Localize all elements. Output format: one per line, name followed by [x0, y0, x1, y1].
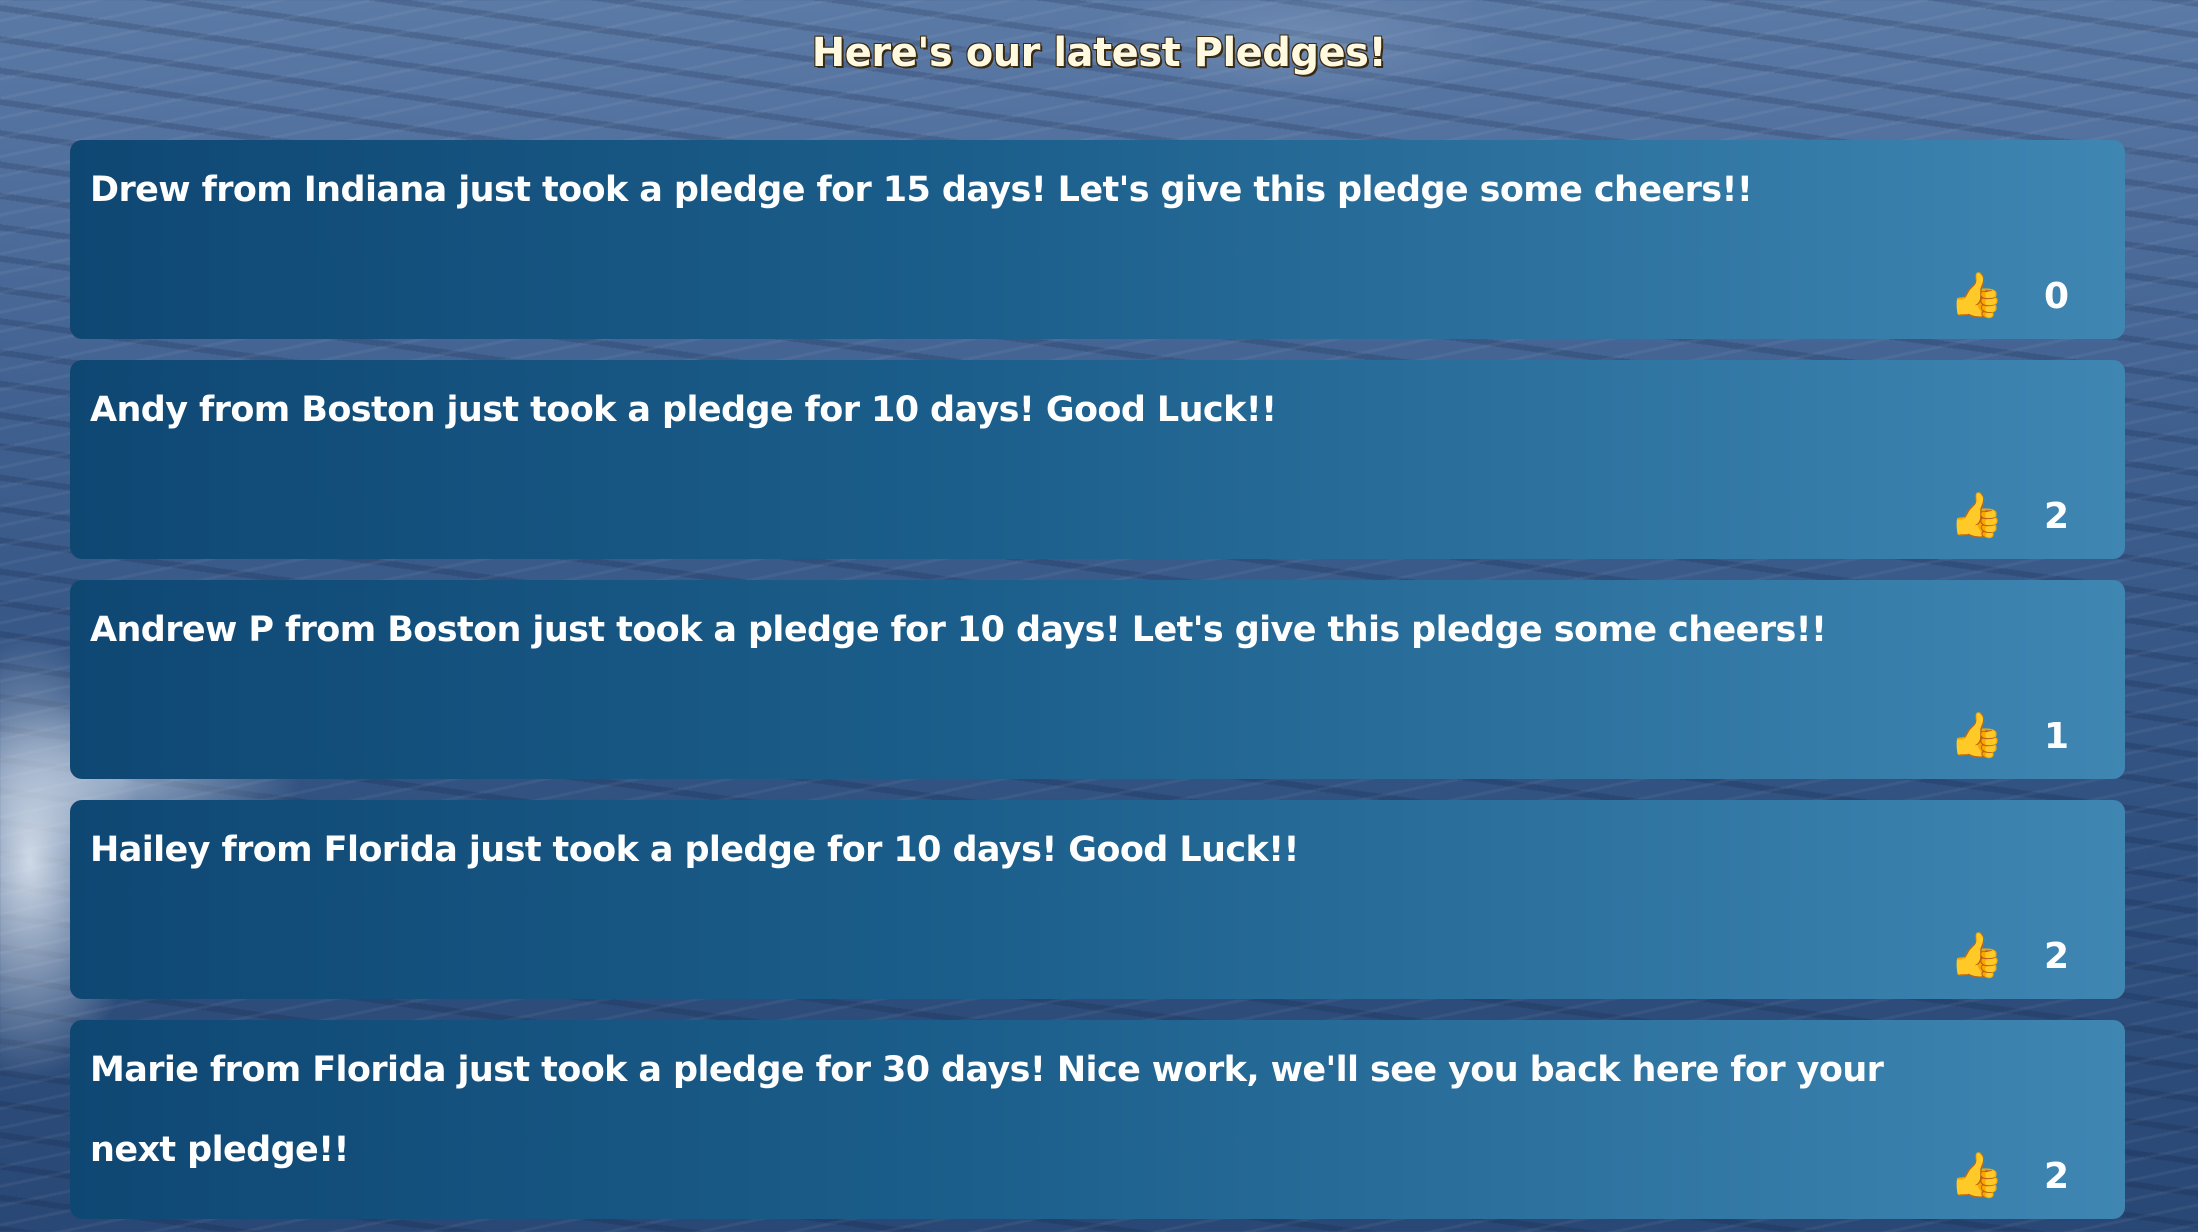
pledge-card: Andrew P from Boston just took a pledge …: [70, 580, 2125, 779]
cheer-count: 2: [2043, 935, 2069, 977]
pledge-card: Andy from Boston just took a pledge for …: [70, 360, 2125, 559]
thumbs-up-icon[interactable]: 👍: [1949, 491, 2004, 541]
cheer-control: 👍 0: [1949, 271, 2069, 321]
thumbs-up-icon[interactable]: 👍: [1949, 711, 2004, 761]
page-title: Here's our latest Pledges!: [811, 30, 1387, 76]
pledge-card: Marie from Florida just took a pledge fo…: [70, 1020, 2125, 1219]
thumbs-up-icon[interactable]: 👍: [1949, 1151, 2004, 1201]
pledge-card: Drew from Indiana just took a pledge for…: [70, 140, 2125, 339]
cheer-control: 👍 2: [1949, 1151, 2069, 1201]
cheer-count: 0: [2043, 275, 2069, 317]
cheer-control: 👍 2: [1949, 931, 2069, 981]
pledge-feed: Drew from Indiana just took a pledge for…: [70, 140, 2125, 1232]
cheer-count: 2: [2043, 1155, 2069, 1197]
cheer-control: 👍 2: [1949, 491, 2069, 541]
cheer-control: 👍 1: [1949, 711, 2069, 761]
pledge-message: Andy from Boston just took a pledge for …: [90, 390, 1277, 430]
cheer-count: 2: [2043, 495, 2069, 537]
cheer-count: 1: [2043, 715, 2069, 757]
pledge-message: Drew from Indiana just took a pledge for…: [90, 170, 1753, 210]
pledge-message: Marie from Florida just took a pledge fo…: [90, 1050, 1884, 1170]
thumbs-up-icon[interactable]: 👍: [1949, 271, 2004, 321]
pledge-message: Andrew P from Boston just took a pledge …: [90, 610, 1827, 650]
pledge-message: Hailey from Florida just took a pledge f…: [90, 830, 1299, 870]
thumbs-up-icon[interactable]: 👍: [1949, 931, 2004, 981]
pledge-card: Hailey from Florida just took a pledge f…: [70, 800, 2125, 999]
